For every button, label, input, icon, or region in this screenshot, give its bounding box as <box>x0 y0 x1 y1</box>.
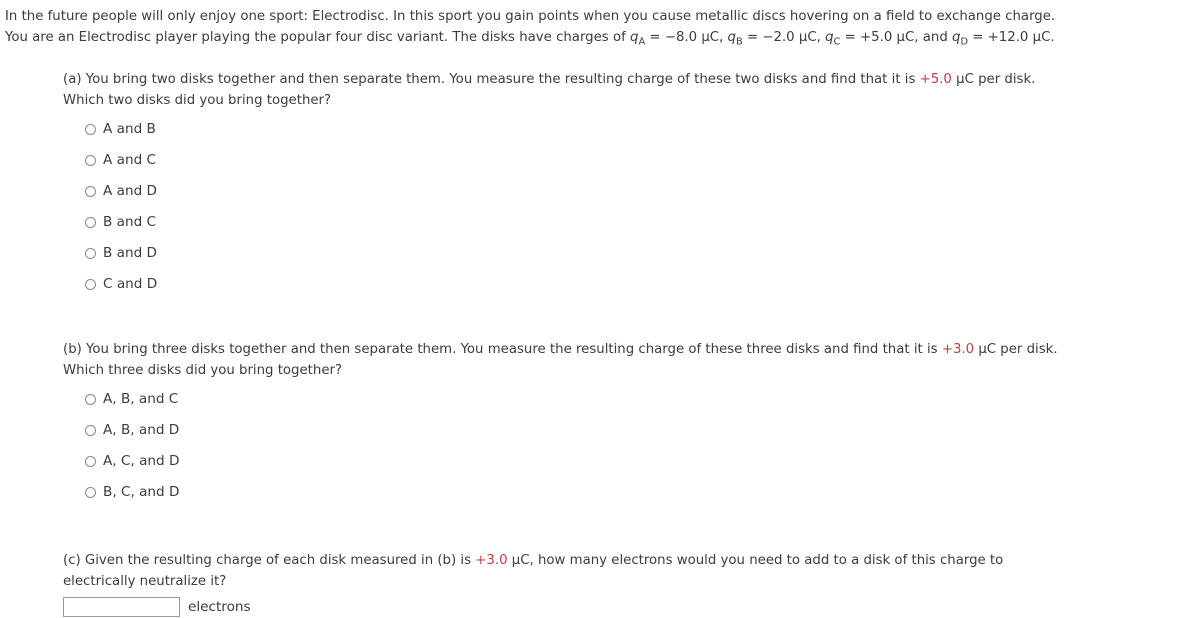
intro-line-1: In the future people will only enjoy one… <box>5 9 1056 24</box>
charge-qb-value: −2.0 µC <box>762 30 817 45</box>
part-b-option-0[interactable]: A, B, and C <box>85 384 1192 415</box>
part-b-option-3-label: B, C, and D <box>103 483 180 500</box>
charge-qb-subscript: B <box>736 36 743 48</box>
part-a-option-2[interactable]: A and D <box>85 176 1192 207</box>
radio-icon[interactable] <box>85 486 96 498</box>
part-a-option-2-label: A and D <box>103 182 157 199</box>
part-b-prompt: (b) You bring three disks together and t… <box>63 339 1192 381</box>
charge-qc-value: +5.0 µC <box>860 30 915 45</box>
part-b-charge-value: +3.0 <box>941 341 975 357</box>
part-b-option-1[interactable]: A, B, and D <box>85 415 1192 446</box>
charge-qd-value: +12.0 µC <box>987 30 1051 45</box>
part-c-text-before: (c) Given the resulting charge of each d… <box>63 552 476 568</box>
part-a-text-before: (a) You bring two disks together and the… <box>63 71 920 87</box>
part-a-option-4-label: B and D <box>103 244 158 261</box>
question-part-b: (b) You bring three disks together and t… <box>63 339 1192 508</box>
part-a-prompt-line-2: Which two disks did you bring together? <box>63 92 332 108</box>
part-a-option-4[interactable]: B and D <box>85 238 1192 269</box>
charge-qd: qD = +12.0 µC. <box>952 30 1055 48</box>
charge-qa-equals: = <box>645 30 665 45</box>
electrons-answer-input[interactable] <box>63 597 180 618</box>
charge-qd-sep: . <box>1050 30 1055 45</box>
part-c-answer-row: electrons <box>63 597 1192 618</box>
radio-icon[interactable] <box>85 123 96 135</box>
part-a-option-0-label: A and B <box>103 120 156 137</box>
part-a-text-after: µC per disk. <box>951 71 1036 87</box>
intro-line-2-prefix: You are an Electrodisc player playing th… <box>5 30 631 45</box>
part-b-prompt-line-1: (b) You bring three disks together and t… <box>63 339 1192 360</box>
part-b-option-0-label: A, B, and C <box>103 390 179 407</box>
charge-qc-equals: = <box>840 30 861 45</box>
part-a-option-3-label: B and C <box>103 213 157 230</box>
charge-qb-sep: , <box>816 30 826 45</box>
part-a-options: A and B A and C A and D B and C B and D … <box>85 114 1192 300</box>
part-c-text-after: µC, how many electrons would you need to… <box>507 552 1004 568</box>
problem-page: In the future people will only enjoy one… <box>0 0 1200 618</box>
radio-icon[interactable] <box>85 278 96 290</box>
charge-qa-sep: , <box>719 30 728 45</box>
part-a-option-1-label: A and C <box>103 151 157 168</box>
charge-qb: qB = −2.0 µC, <box>727 30 826 48</box>
question-part-c: (c) Given the resulting charge of each d… <box>63 550 1192 618</box>
intro-paragraph: In the future people will only enjoy one… <box>0 6 1200 53</box>
radio-icon[interactable] <box>85 393 96 405</box>
part-a-option-0[interactable]: A and B <box>85 114 1192 145</box>
charge-qb-equals: = <box>742 30 763 45</box>
charge-qd-equals: = <box>968 30 988 45</box>
electrons-unit-label: electrons <box>188 598 251 615</box>
question-part-a: (a) You bring two disks together and the… <box>63 69 1192 300</box>
radio-icon[interactable] <box>85 455 96 467</box>
part-c-prompt-line-2: electrically neutralize it? <box>63 573 227 589</box>
part-b-option-1-label: A, B, and D <box>103 421 180 438</box>
charge-qc-sep: , and <box>914 30 952 45</box>
part-a-charge-value: +5.0 <box>919 71 952 87</box>
part-a-option-1[interactable]: A and C <box>85 145 1192 176</box>
radio-icon[interactable] <box>85 424 96 436</box>
part-c-prompt-line-1: (c) Given the resulting charge of each d… <box>63 550 1192 571</box>
part-a-option-3[interactable]: B and C <box>85 207 1192 238</box>
part-b-option-3[interactable]: B, C, and D <box>85 477 1192 508</box>
part-b-option-2[interactable]: A, C, and D <box>85 446 1192 477</box>
charge-qc-symbol: q <box>825 30 834 45</box>
radio-icon[interactable] <box>85 154 96 166</box>
charge-qa: qA = −8.0 µC, <box>630 30 728 48</box>
intro-line-2: You are an Electrodisc player playing th… <box>5 27 1194 53</box>
part-c-charge-value: +3.0 <box>475 552 508 568</box>
part-b-text-after: µC per disk. <box>974 341 1058 357</box>
charge-qc: qC = +5.0 µC, and <box>825 30 952 48</box>
part-a-option-5-label: C and D <box>103 275 158 292</box>
part-a-option-5[interactable]: C and D <box>85 269 1192 300</box>
part-c-prompt: (c) Given the resulting charge of each d… <box>63 550 1192 592</box>
part-b-option-2-label: A, C, and D <box>103 452 180 469</box>
part-a-prompt: (a) You bring two disks together and the… <box>63 69 1192 111</box>
radio-icon[interactable] <box>85 185 96 197</box>
charge-qb-symbol: q <box>727 30 736 45</box>
part-b-text-before: (b) You bring three disks together and t… <box>63 341 942 357</box>
radio-icon[interactable] <box>85 216 96 228</box>
radio-icon[interactable] <box>85 247 96 259</box>
part-b-prompt-line-2: Which three disks did you bring together… <box>63 362 343 378</box>
charge-qd-subscript: D <box>960 36 969 48</box>
part-a-prompt-line-1: (a) You bring two disks together and the… <box>63 69 1192 90</box>
part-b-options: A, B, and C A, B, and D A, C, and D B, C… <box>85 384 1192 508</box>
charge-qa-value: −8.0 µC <box>664 30 720 45</box>
